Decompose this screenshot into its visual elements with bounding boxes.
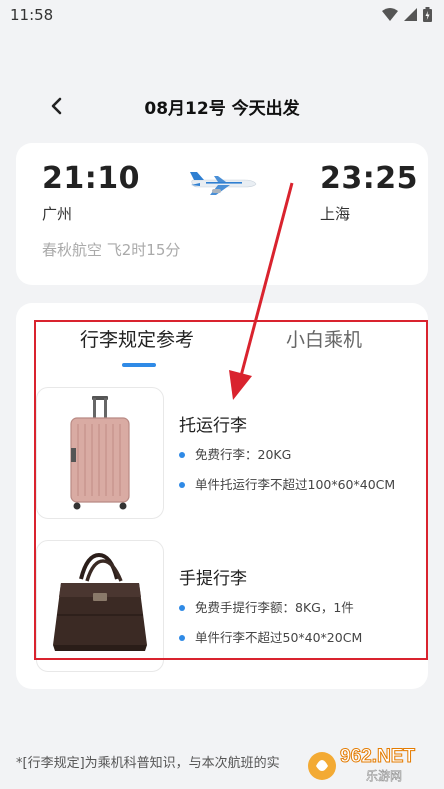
- signal-icon: [404, 8, 417, 21]
- watermark-logo: 962.NET 乐游网: [306, 742, 438, 784]
- flight-card: 21:10 广州 23:25 上海 春秋航空 飞2时15分: [16, 143, 428, 285]
- annotation-highlight-box: [34, 320, 428, 660]
- watermark-sub: 乐游网: [366, 769, 402, 783]
- airline-info: 春秋航空 飞2时15分: [42, 241, 181, 259]
- depart-time: 21:10: [42, 161, 140, 196]
- status-time: 11:58: [10, 6, 54, 24]
- page-title: 08月12号 今天出发: [144, 99, 300, 119]
- airplane-icon: [188, 171, 258, 201]
- wifi-icon: [382, 8, 398, 21]
- footnote-text: *[行李规定]为乘机科普知识，与本次航班的实: [16, 756, 280, 771]
- arrive-time: 23:25: [320, 161, 418, 196]
- status-icons: [382, 7, 432, 22]
- status-bar: 11:58: [0, 0, 444, 30]
- arrive-city: 上海: [320, 205, 351, 223]
- battery-icon: [423, 7, 432, 22]
- depart-city: 广州: [42, 205, 73, 223]
- watermark-brand: 962.NET: [340, 746, 415, 767]
- nav-bar: 08月12号 今天出发: [0, 88, 444, 124]
